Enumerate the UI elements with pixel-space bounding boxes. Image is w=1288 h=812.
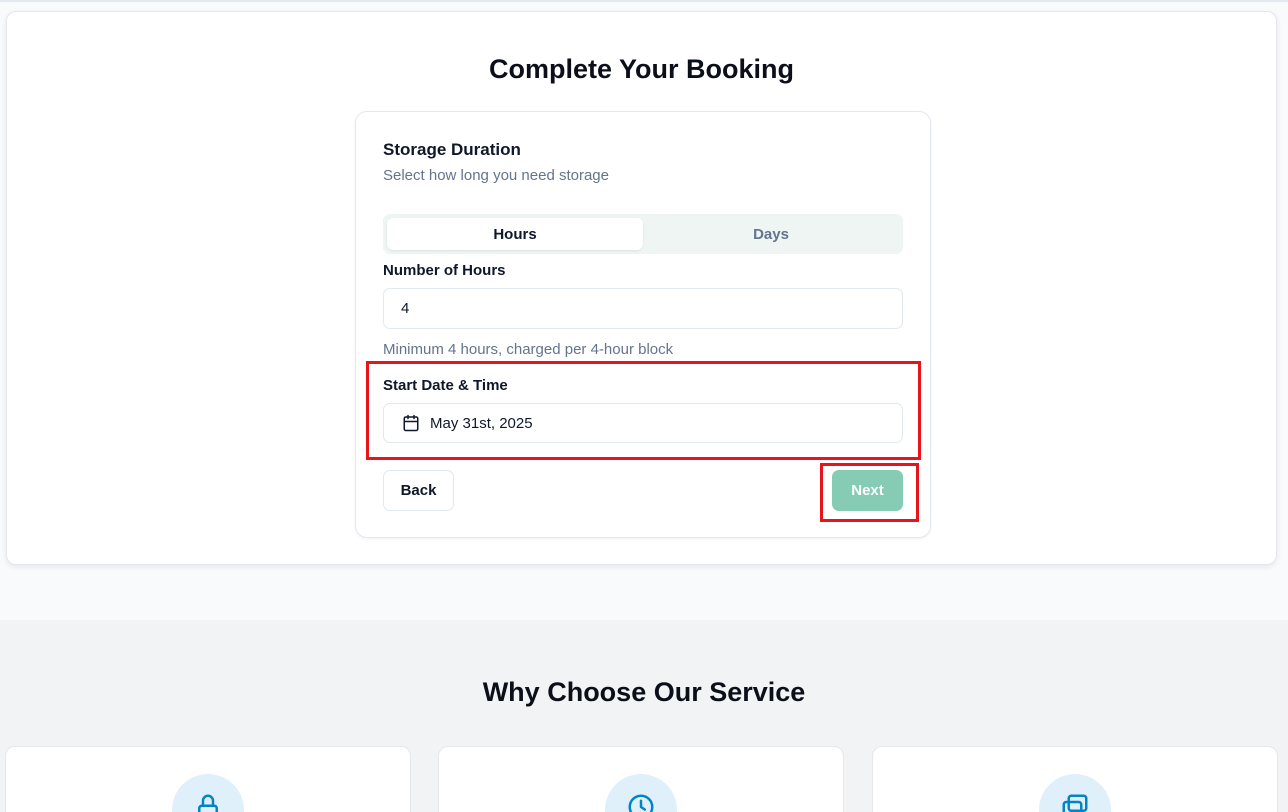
cards-icon bbox=[1062, 794, 1088, 812]
section-subtitle: Select how long you need storage bbox=[383, 167, 609, 184]
toggle-days[interactable]: Days bbox=[643, 218, 899, 250]
duration-toggle: Hours Days bbox=[383, 214, 903, 254]
clock-icon bbox=[628, 794, 654, 812]
toggle-hours[interactable]: Hours bbox=[387, 218, 643, 250]
feature-icon-wrap bbox=[605, 774, 677, 812]
feature-card-security bbox=[5, 746, 411, 812]
duration-form-card: Storage Duration Select how long you nee… bbox=[355, 111, 931, 538]
why-choose-section: Why Choose Our Service bbox=[0, 620, 1288, 812]
page-title: Complete Your Booking bbox=[488, 54, 794, 84]
calendar-icon bbox=[403, 414, 419, 432]
hours-input[interactable] bbox=[383, 288, 903, 329]
next-button[interactable]: Next bbox=[832, 470, 903, 511]
feature-icon-wrap bbox=[172, 774, 244, 812]
top-divider bbox=[0, 0, 1288, 2]
start-date-picker[interactable]: May 31st, 2025 bbox=[383, 403, 903, 443]
feature-icon-wrap bbox=[1039, 774, 1111, 812]
booking-card: Complete Your Booking Storage Duration S… bbox=[6, 11, 1277, 565]
start-date-value: May 31st, 2025 bbox=[430, 414, 533, 432]
section-title: Storage Duration bbox=[383, 140, 521, 159]
hours-hint: Minimum 4 hours, charged per 4-hour bloc… bbox=[383, 341, 674, 358]
back-button[interactable]: Back bbox=[383, 470, 454, 511]
why-title: Why Choose Our Service bbox=[482, 677, 806, 707]
feature-card-time bbox=[438, 746, 844, 812]
lock-icon bbox=[198, 794, 218, 812]
start-date-label: Start Date & Time bbox=[383, 377, 508, 394]
hours-label: Number of Hours bbox=[383, 262, 506, 279]
feature-card-payment bbox=[872, 746, 1278, 812]
